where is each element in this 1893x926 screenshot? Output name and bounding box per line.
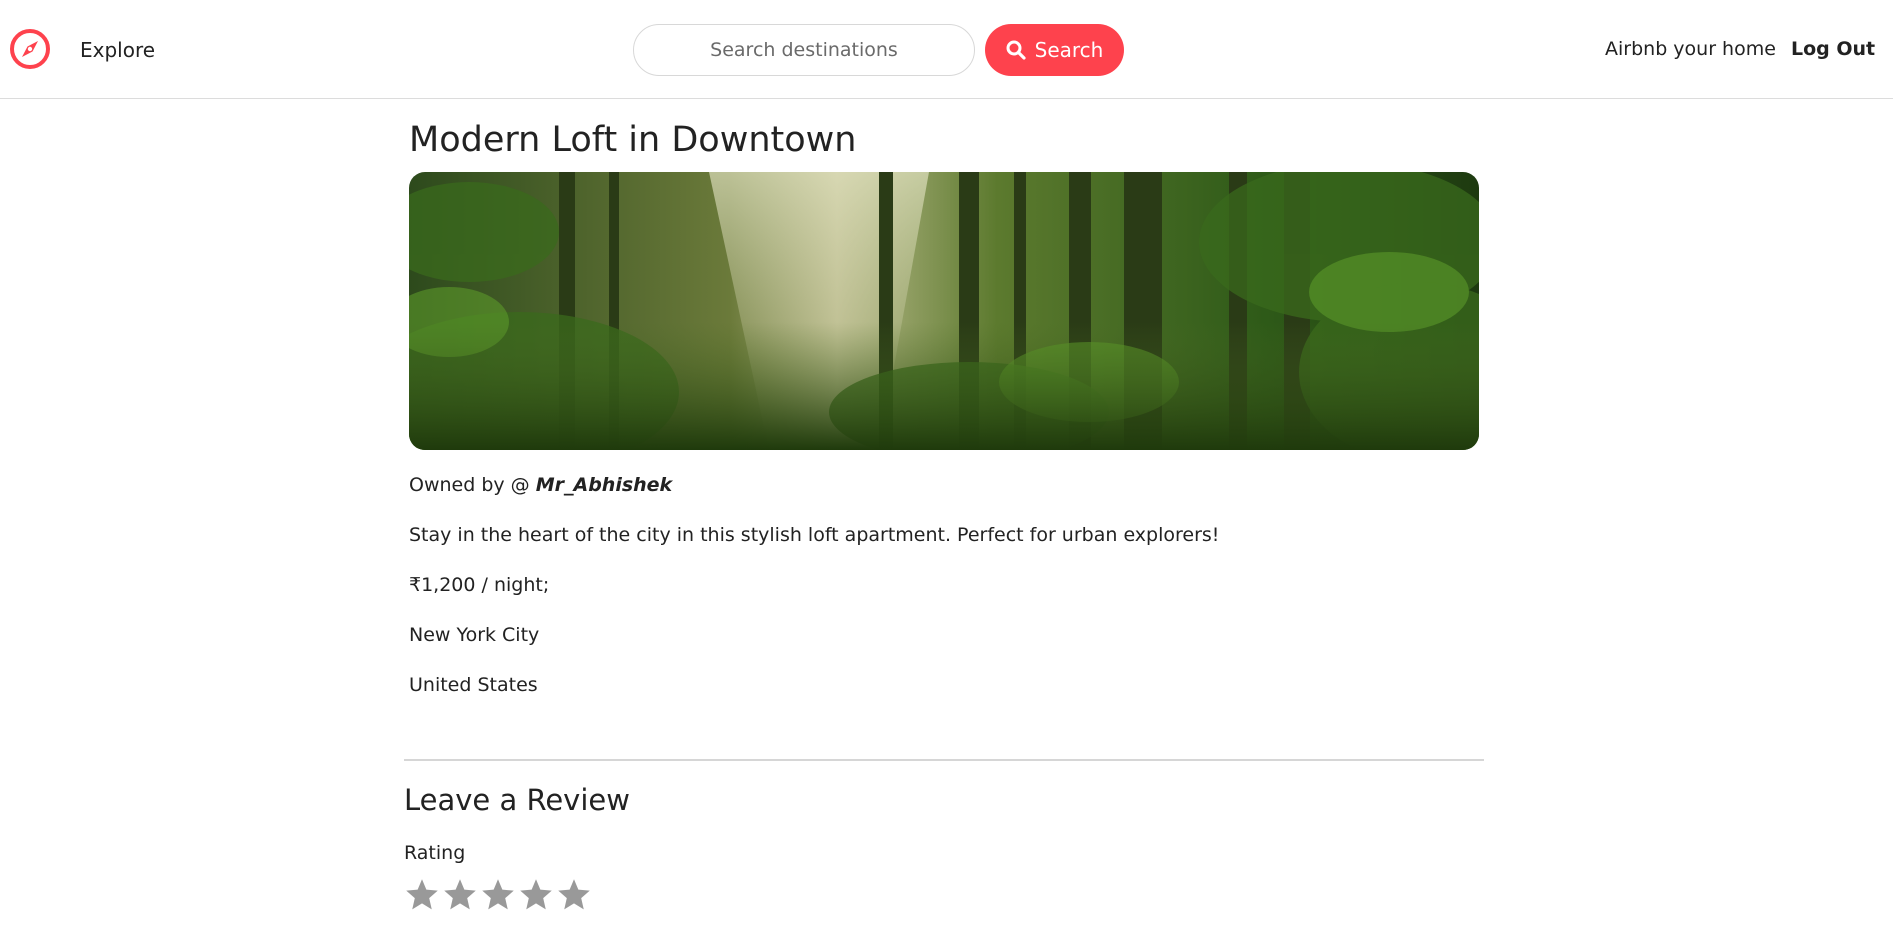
listing-title: Modern Loft in Downtown <box>409 120 857 160</box>
search-button-label: Search <box>1034 38 1104 62</box>
airbnb-your-home-link[interactable]: Airbnb your home <box>1605 38 1776 60</box>
owner-prefix: Owned by @ <box>409 474 536 496</box>
star-icon[interactable] <box>480 877 516 913</box>
logout-link[interactable]: Log Out <box>1791 38 1875 60</box>
listing-price: ₹1,200 / night; <box>409 574 550 596</box>
explore-link[interactable]: Explore <box>80 38 155 62</box>
star-icon[interactable] <box>518 877 554 913</box>
star-icon[interactable] <box>404 877 440 913</box>
navbar: Explore Search Airbnb your home Log Out <box>0 0 1893 99</box>
rating-label: Rating <box>404 842 466 864</box>
search-icon <box>1006 40 1026 60</box>
section-divider <box>404 759 1484 761</box>
star-icon[interactable] <box>556 877 592 913</box>
review-heading: Leave a Review <box>404 783 630 817</box>
listing-location: New York City <box>409 624 540 646</box>
listing-country: United States <box>409 674 538 696</box>
listing-image <box>409 172 1479 450</box>
owner-username: Mr_Abhishek <box>535 474 673 496</box>
compass-icon[interactable] <box>9 28 51 70</box>
listing-description: Stay in the heart of the city in this st… <box>409 524 1220 546</box>
search-input[interactable] <box>633 24 975 76</box>
star-rating <box>404 877 592 913</box>
search-button[interactable]: Search <box>985 24 1124 76</box>
owner-line: Owned by @ Mr_Abhishek <box>409 474 672 496</box>
star-icon[interactable] <box>442 877 478 913</box>
